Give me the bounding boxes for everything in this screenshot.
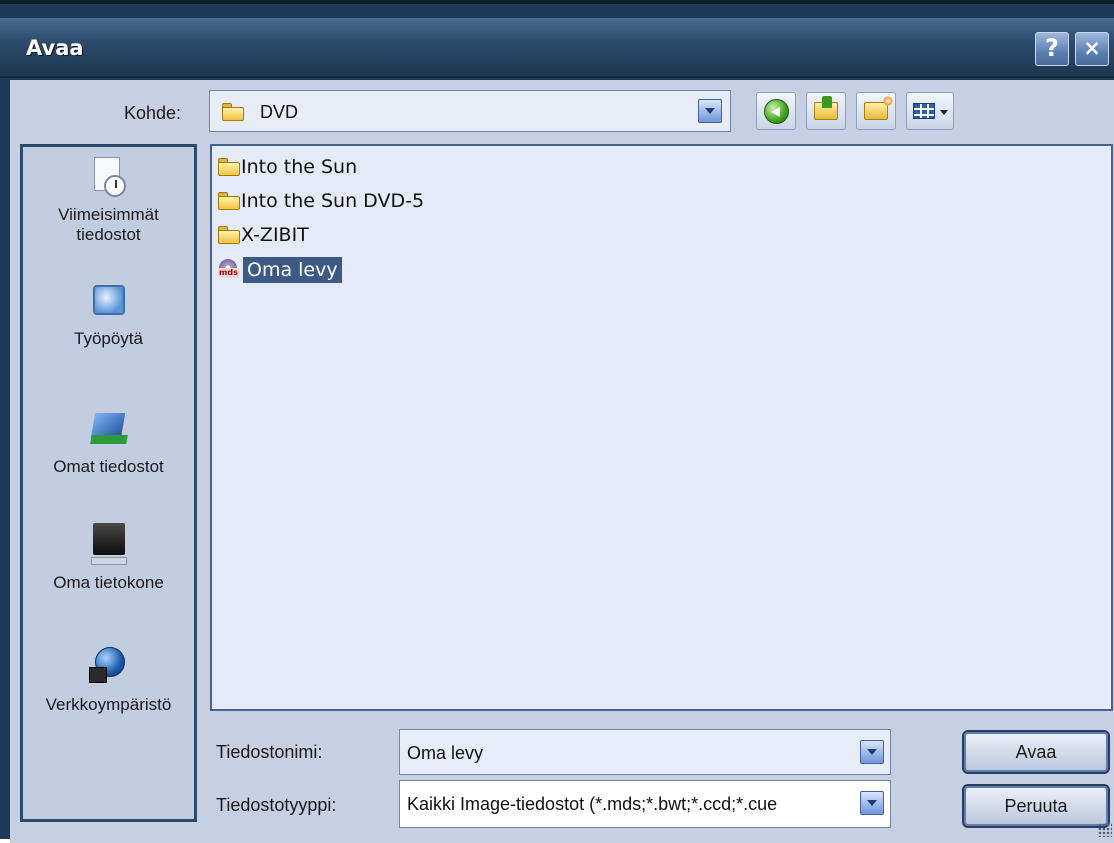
filename-combobox[interactable]: Oma levy <box>399 729 891 775</box>
back-icon <box>764 99 789 124</box>
network-icon <box>87 645 131 689</box>
chevron-down-icon[interactable] <box>698 99 722 123</box>
filetype-value: Kaikki Image-tiedostot (*.mds;*.bwt;*.cc… <box>407 794 778 814</box>
open-button[interactable]: Avaa <box>962 730 1110 774</box>
place-label: Työpöytä <box>74 329 143 348</box>
chevron-down-icon[interactable] <box>860 791 884 815</box>
place-label: Verkkoympäristö <box>45 695 172 714</box>
places-bar: Viimeisimmät tiedostot Työpöytä Omat tie… <box>20 144 197 822</box>
file-type-badge: mds <box>218 268 239 278</box>
my-computer-icon <box>87 523 131 567</box>
filename-label: Tiedostonimi: <box>216 742 323 762</box>
up-folder-button[interactable] <box>806 92 846 130</box>
place-network[interactable]: Verkkoympäristö <box>23 645 194 715</box>
list-item[interactable]: X-ZIBIT <box>218 220 309 250</box>
filename-value: Oma levy <box>407 743 484 763</box>
new-folder-button[interactable] <box>856 92 896 130</box>
my-documents-icon <box>87 409 131 451</box>
file-name: Into the Sun DVD-5 <box>241 190 425 212</box>
filetype-label: Tiedostotyyppi: <box>216 795 337 815</box>
view-menu-icon <box>913 103 935 119</box>
resize-grip[interactable] <box>1098 823 1112 837</box>
disc-image-icon: mds <box>218 259 242 281</box>
place-desktop[interactable]: Työpöytä <box>23 283 194 349</box>
view-menu-button[interactable] <box>906 92 954 130</box>
back-button[interactable] <box>756 92 796 130</box>
folder-icon <box>218 158 240 176</box>
cancel-button[interactable]: Peruuta <box>962 784 1110 828</box>
help-button[interactable]: ? <box>1035 32 1069 66</box>
location-value: DVD <box>260 102 299 122</box>
place-label: Omat tiedostot <box>53 457 164 476</box>
up-folder-icon <box>814 96 838 120</box>
place-recent-documents[interactable]: Viimeisimmät tiedostot <box>23 157 194 245</box>
file-name: Into the Sun <box>241 156 358 178</box>
filetype-combobox[interactable]: Kaikki Image-tiedostot (*.mds;*.bwt;*.cc… <box>399 780 891 828</box>
place-label: tiedostot <box>76 225 141 244</box>
chevron-down-icon[interactable] <box>860 740 884 764</box>
caret-down-icon <box>940 110 948 115</box>
title-bar[interactable]: Avaa ? × <box>0 18 1114 78</box>
close-button[interactable]: × <box>1075 32 1109 66</box>
window-title: Avaa <box>26 36 84 60</box>
file-name: X-ZIBIT <box>241 224 309 246</box>
folder-icon <box>218 192 240 210</box>
recent-documents-icon <box>90 157 128 199</box>
location-combobox[interactable]: DVD <box>209 90 731 132</box>
new-folder-icon <box>864 96 893 120</box>
file-list[interactable]: Into the Sun Into the Sun DVD-5 X-ZIBIT … <box>210 144 1113 711</box>
open-file-dialog: Avaa ? × Kohde: DVD Viimeisimmät tiedost… <box>0 0 1114 843</box>
place-my-computer[interactable]: Oma tietokone <box>23 523 194 593</box>
location-label: Kohde: <box>124 103 182 123</box>
place-label: Oma tietokone <box>53 573 164 592</box>
place-my-documents[interactable]: Omat tiedostot <box>23 409 194 477</box>
list-item-selected[interactable]: mds Oma levy <box>218 255 342 285</box>
file-name: Oma levy <box>243 257 342 283</box>
place-label: Viimeisimmät <box>58 205 159 224</box>
list-item[interactable]: Into the Sun <box>218 152 357 182</box>
folder-icon <box>222 103 244 121</box>
folder-icon <box>218 226 240 244</box>
desktop-icon <box>89 283 129 323</box>
list-item[interactable]: Into the Sun DVD-5 <box>218 186 424 216</box>
